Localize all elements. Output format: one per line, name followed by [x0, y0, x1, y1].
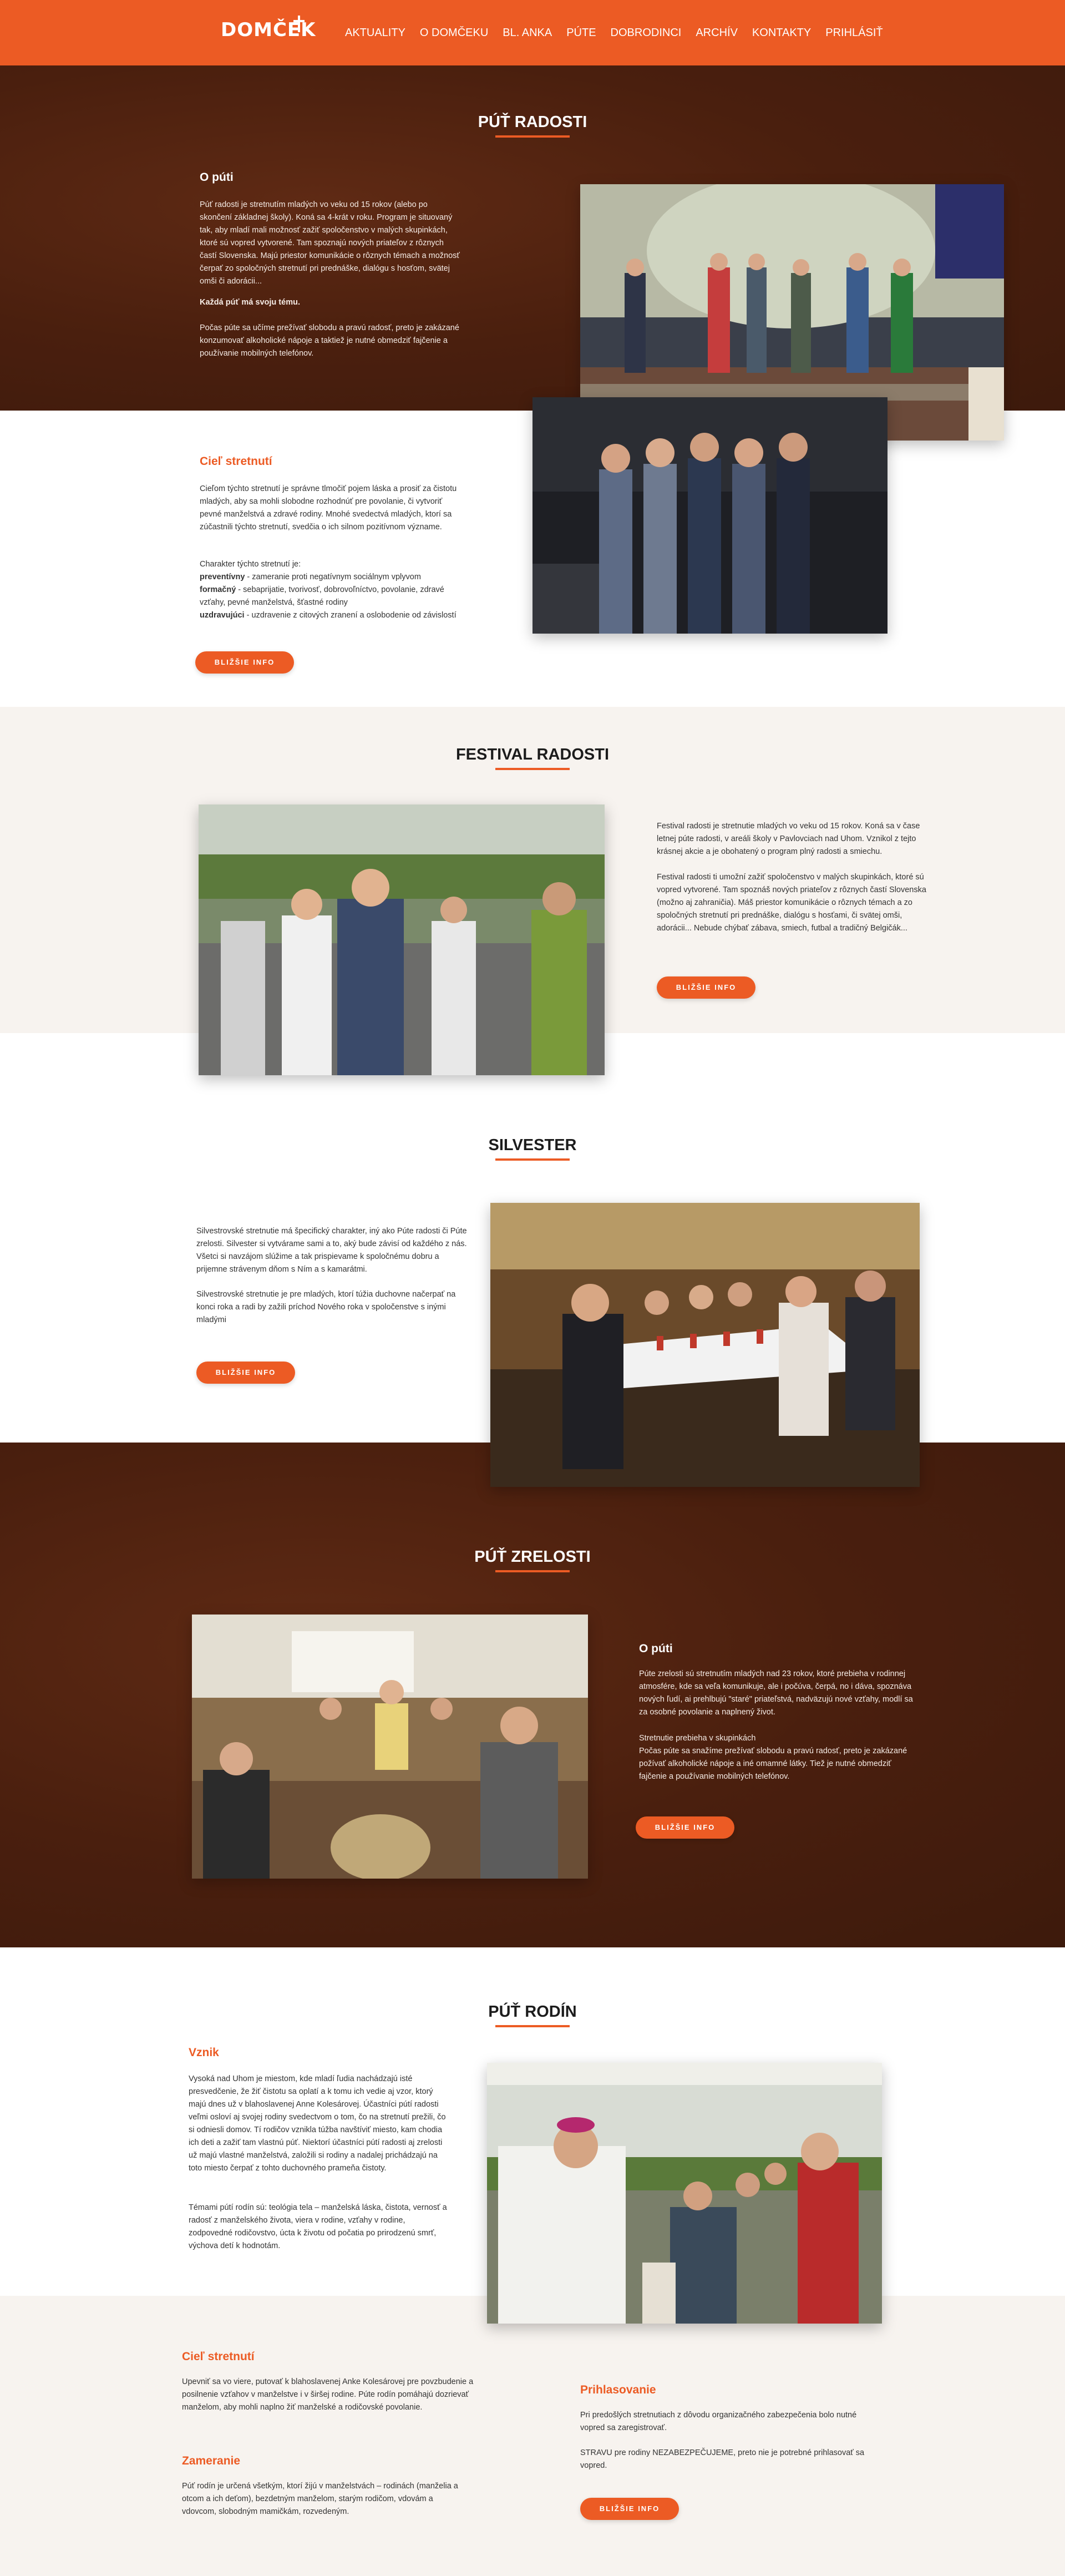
- section-title-put-radosti: PÚŤ RADOSTI: [478, 113, 587, 131]
- title-underline: [495, 2025, 570, 2027]
- photo-bishop-family: [487, 2063, 882, 2324]
- cross-icon: [292, 16, 306, 32]
- more-info-button-zrelost[interactable]: BLIŽŠIE INFO: [636, 1816, 734, 1839]
- zrelost-text-1: Púte zrelosti sú stretnutím mladých nad …: [639, 1669, 913, 1717]
- section-title-zrelost: PÚŤ ZRELOSTI: [474, 1548, 591, 1566]
- menu-item-bl-anka[interactable]: BL. ANKA: [503, 27, 552, 39]
- title-underline: [495, 1570, 570, 1572]
- photo-zrelost-circle: [192, 1615, 588, 1879]
- character-desc: - zameranie proti negatívnym sociálnym v…: [245, 573, 421, 581]
- main-menu: AKTUALITY O DOMČEKU BL. ANKA PÚTE DOBROD…: [345, 27, 897, 39]
- menu-item-prihlasit[interactable]: PRIHLÁSIŤ: [825, 27, 883, 39]
- menu-item-o-domceku[interactable]: O DOMČEKU: [420, 27, 488, 39]
- character-item-3: uzdravujúci - uzdravenie z citových zran…: [200, 609, 460, 622]
- menu-item-kontakty[interactable]: KONTAKTY: [752, 27, 811, 39]
- title-underline: [495, 135, 570, 138]
- character-desc: - sebaprijatie, tvorivosť, dobrovoľníctv…: [200, 585, 444, 607]
- menu-item-pute[interactable]: PÚTE: [566, 27, 596, 39]
- registration-text-1: Pri predošlých stretnutiach z dôvodu org…: [580, 2411, 857, 2432]
- goal-text: Cieľom týchto stretnutí je správne tlmoč…: [200, 484, 457, 532]
- rodin-goal-text: Upevniť sa vo viere, putovať k blahoslav…: [182, 2377, 474, 2412]
- goal-heading: Cieľ stretnutí: [200, 455, 272, 468]
- about-bold-text: Každá púť má svoju tému.: [200, 298, 300, 307]
- photo-girls-group: [532, 397, 888, 634]
- zrelost-about-heading: O púti: [639, 1642, 673, 1655]
- section-title-festival: FESTIVAL RADOSTI: [455, 746, 610, 763]
- zrelost-text-2: Stretnutie prebieha v skupinkách Počas p…: [639, 1734, 907, 1781]
- focus-heading: Zameranie: [182, 2454, 241, 2467]
- section-title-silvester: SILVESTER: [488, 1136, 577, 1154]
- about-text: Púť radosti je stretnutím mladých vo vek…: [200, 200, 460, 286]
- silvester-text-1: Silvestrovské stretnutie má špecifický c…: [196, 1227, 467, 1274]
- title-underline: [495, 1158, 570, 1161]
- title-underline: [495, 768, 570, 770]
- photo-silvester-table: [490, 1203, 920, 1487]
- character-intro: Charakter týchto stretnutí je:: [200, 560, 301, 569]
- festival-text-2: Festival radosti ti umožní zažiť spoloče…: [657, 873, 926, 933]
- character-item-2: formačný - sebaprijatie, tvorivosť, dobr…: [200, 584, 460, 609]
- topics-text: Témami pútí rodín sú: teológia tela – ma…: [189, 2203, 447, 2250]
- focus-text: Púť rodín je určená všetkým, ktorí žijú …: [182, 2482, 458, 2516]
- more-info-button-put-radosti[interactable]: BLIŽŠIE INFO: [195, 651, 294, 674]
- origin-heading: Vznik: [189, 2046, 219, 2059]
- origin-text: Vysoká nad Uhom je miestom, kde mladí ľu…: [189, 2074, 446, 2173]
- top-navigation: DOMČEK AKTUALITY O DOMČEKU BL. ANKA PÚTE…: [0, 0, 1065, 65]
- character-desc: - uzdravenie z citových zranení a oslobo…: [244, 611, 457, 620]
- about-heading: O púti: [200, 171, 234, 184]
- menu-item-dobrodinci[interactable]: DOBRODINCI: [611, 27, 682, 39]
- about-text-2: Počas púte sa učíme prežívať slobodu a p…: [200, 323, 459, 358]
- character-term: uzdravujúci: [200, 611, 245, 620]
- menu-item-aktuality[interactable]: AKTUALITY: [345, 27, 405, 39]
- photo-festival-dance: [199, 804, 605, 1075]
- silvester-text-2: Silvestrovské stretnutie je pre mladých,…: [196, 1290, 456, 1324]
- registration-text-2: STRAVU pre rodiny NEZABEZPEČUJEME, preto…: [580, 2448, 865, 2470]
- more-info-button-rodin[interactable]: BLIŽŠIE INFO: [580, 2498, 679, 2520]
- section-title-rodin: PÚŤ RODÍN: [488, 2003, 577, 2021]
- character-term: preventívny: [200, 573, 245, 581]
- more-info-button-silvester[interactable]: BLIŽŠIE INFO: [196, 1362, 295, 1384]
- menu-item-archiv[interactable]: ARCHÍV: [696, 27, 738, 39]
- festival-text-1: Festival radosti je stretnutie mladých v…: [657, 822, 920, 856]
- registration-heading: Prihlasovanie: [580, 2383, 656, 2396]
- site-logo[interactable]: DOMČEK: [221, 16, 315, 47]
- character-term: formačný: [200, 585, 236, 594]
- rodin-goal-heading: Cieľ stretnutí: [182, 2350, 255, 2363]
- section-rodin-info-bg: [0, 2296, 1065, 2576]
- character-item-1: preventívny - zameranie proti negatívnym…: [200, 571, 460, 584]
- more-info-button-festival[interactable]: BLIŽŠIE INFO: [657, 976, 755, 999]
